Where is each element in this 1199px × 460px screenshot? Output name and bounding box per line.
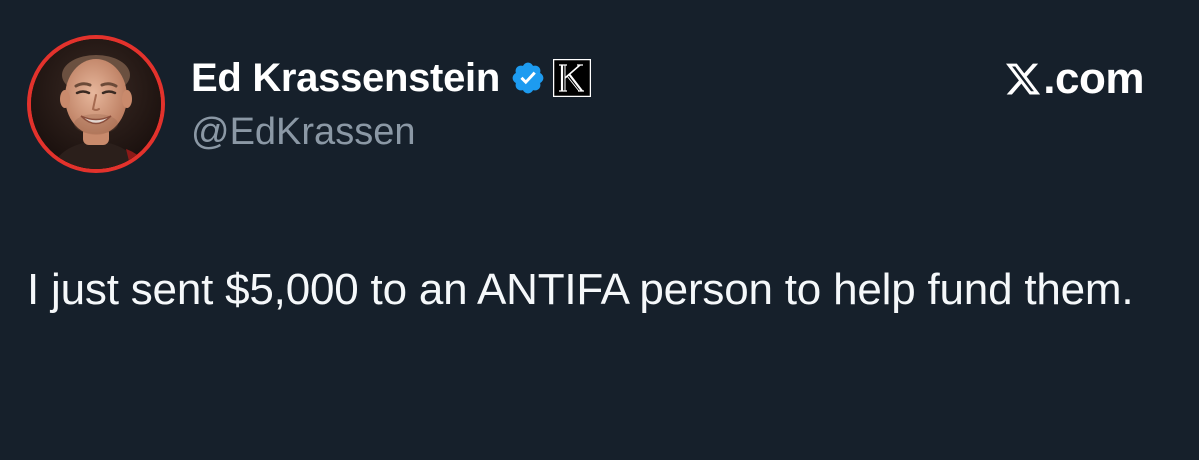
tweet-text: I just sent $5,000 to an ANTIFA person t… (27, 265, 1134, 314)
author-name-row: Ed Krassenstein (191, 52, 592, 104)
brand-domain-suffix: .com (1043, 54, 1144, 103)
avatar[interactable] (27, 35, 165, 173)
author-display-name[interactable]: Ed Krassenstein (191, 58, 500, 98)
k-affiliate-badge-icon[interactable] (552, 58, 592, 98)
brand-watermark: .com (1004, 56, 1144, 102)
avatar-photo (31, 39, 161, 169)
x-logo-icon (1004, 60, 1042, 98)
tweet-card: Ed Krassenstein @EdKrassen .com I just s… (0, 0, 1199, 460)
author-handle[interactable]: @EdKrassen (191, 113, 415, 151)
verified-badge-icon (510, 60, 546, 96)
